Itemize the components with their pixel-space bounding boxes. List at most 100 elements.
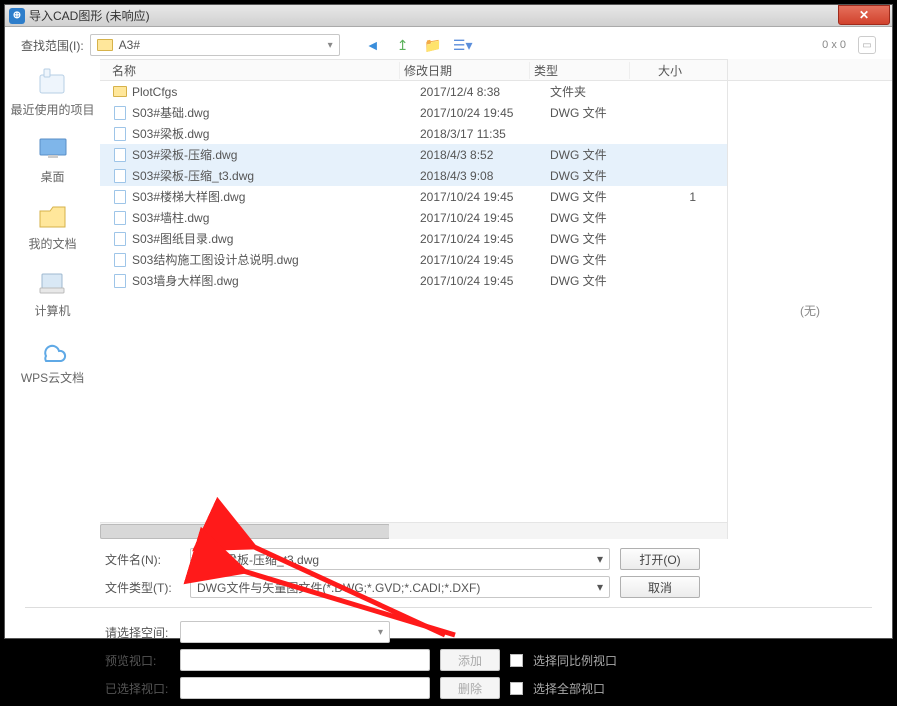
file-list: 名称 修改日期 类型 大小 PlotCfgs2017/12/4 8:38文件夹S… [100,59,727,539]
cloud-icon [33,333,73,367]
sidebar-item-recent[interactable]: 最近使用的项目 [10,65,94,118]
file-type: 文件夹 [550,83,650,100]
file-type: DWG 文件 [550,251,650,268]
horizontal-scrollbar[interactable] [100,522,727,539]
file-date: 2018/3/17 11:35 [420,127,550,141]
computer-icon [33,266,73,300]
back-icon[interactable]: ◄ [364,36,382,54]
viewport-label: 预览视口: [105,652,170,669]
file-type: DWG 文件 [550,230,650,247]
sidebar-item-docs[interactable]: 我的文档 [28,199,76,252]
selview-input[interactable] [180,677,430,699]
filename-combo[interactable]: S03#梁板-压缩_t3.dwg ▾ [190,548,610,570]
preview-pane: (无) [727,59,892,539]
file-type: DWG 文件 [550,167,650,184]
chevron-down-icon: ▾ [597,552,603,566]
viewport-input[interactable] [180,649,430,671]
newfolder-icon[interactable]: 📁 [424,36,442,54]
file-icon [112,190,128,204]
sidebar-item-desktop[interactable]: 桌面 [33,132,73,185]
file-icon [112,169,128,183]
add-button[interactable]: 添加 [440,649,500,671]
file-icon [112,211,128,225]
file-date: 2017/12/4 8:38 [420,85,550,99]
all-checkbox[interactable] [510,682,523,695]
coord-label: 0 x 0 [822,39,846,51]
table-row[interactable]: S03#梁板.dwg2018/3/17 11:35 [100,123,727,144]
lookin-combo[interactable]: A3# ▾ [90,34,340,56]
cancel-button[interactable]: 取消 [620,576,700,598]
file-icon [112,232,128,246]
filetype-combo[interactable]: DWG文件与矢量图文件(*.DWG;*.GVD;*.CADI;*.DXF) ▾ [190,576,610,598]
sidebar-item-label: WPS云文档 [21,369,84,386]
file-type: DWG 文件 [550,209,650,226]
file-date: 2017/10/24 19:45 [420,232,550,246]
col-date[interactable]: 修改日期 [400,62,530,79]
space-label: 请选择空间: [105,624,170,641]
file-name: PlotCfgs [132,85,420,99]
file-name: S03墙身大样图.dwg [132,272,420,289]
up-icon[interactable]: ↥ [394,36,412,54]
sidebar-item-wps[interactable]: WPS云文档 [21,333,84,386]
file-type: DWG 文件 [550,146,650,163]
table-row[interactable]: S03结构施工图设计总说明.dwg2017/10/24 19:45DWG 文件 [100,249,727,270]
recent-icon [32,65,72,99]
all-label: 选择全部视口 [533,680,605,697]
docs-icon [32,199,72,233]
filetype-label: 文件类型(T): [105,579,180,596]
col-type[interactable]: 类型 [530,62,630,79]
viewmenu-icon[interactable]: ☰▾ [454,36,472,54]
file-name: S03#梁板.dwg [132,125,420,142]
file-type: DWG 文件 [550,188,650,205]
file-name: S03#梁板-压缩.dwg [132,146,420,163]
file-date: 2017/10/24 19:45 [420,253,550,267]
file-date: 2018/4/3 8:52 [420,148,550,162]
sidebar-item-computer[interactable]: 计算机 [33,266,73,319]
same-label: 选择同比例视口 [533,652,617,669]
table-row[interactable]: S03#梁板-压缩.dwg2018/4/3 8:52DWG 文件 [100,144,727,165]
file-icon [112,106,128,120]
table-row[interactable]: S03#梁板-压缩_t3.dwg2018/4/3 9:08DWG 文件 [100,165,727,186]
file-icon [112,274,128,288]
table-row[interactable]: S03#基础.dwg2017/10/24 19:45DWG 文件 [100,102,727,123]
space-combo[interactable]: ▾ [180,621,390,643]
folder-icon [97,39,113,51]
file-icon [112,148,128,162]
delete-button[interactable]: 删除 [440,677,500,699]
window-title: 导入CAD图形 (未响应) [29,7,150,24]
file-date: 2017/10/24 19:45 [420,190,550,204]
file-date: 2017/10/24 19:45 [420,211,550,225]
folder-icon [112,85,128,99]
lookin-value: A3# [119,38,140,52]
preview-text: (无) [800,302,820,319]
col-size[interactable]: 大小 [630,62,690,79]
table-row[interactable]: S03#图纸目录.dwg2017/10/24 19:45DWG 文件 [100,228,727,249]
sidebar-item-label: 计算机 [34,302,70,319]
desktop-icon [33,132,73,166]
file-type: DWG 文件 [550,272,650,289]
file-type: DWG 文件 [550,104,650,121]
table-row[interactable]: S03#楼梯大样图.dwg2017/10/24 19:45DWG 文件1 [100,186,727,207]
title-bar: ⊕ 导入CAD图形 (未响应) ✕ [5,5,892,27]
chevron-down-icon: ▾ [378,627,383,638]
file-size: 1 [650,190,702,204]
table-row[interactable]: PlotCfgs2017/12/4 8:38文件夹 [100,81,727,102]
file-name: S03#楼梯大样图.dwg [132,188,420,205]
table-row[interactable]: S03墙身大样图.dwg2017/10/24 19:45DWG 文件 [100,270,727,291]
close-button[interactable]: ✕ [838,5,890,25]
column-headers: 名称 修改日期 类型 大小 [100,59,727,81]
file-icon [112,253,128,267]
maximize-icon[interactable]: ▭ [858,36,876,54]
toolbar: 查找范围(I): A3# ▾ ◄ ↥ 📁 ☰▾ 0 x 0 ▭ [5,27,892,59]
sidebar-item-label: 桌面 [40,168,64,185]
file-icon [112,127,128,141]
chevron-down-icon: ▾ [328,40,333,51]
same-checkbox[interactable] [510,654,523,667]
app-icon: ⊕ [9,8,25,24]
col-name[interactable]: 名称 [100,62,400,79]
file-name: S03#梁板-压缩_t3.dwg [132,167,420,184]
table-row[interactable]: S03#墙柱.dwg2017/10/24 19:45DWG 文件 [100,207,727,228]
filename-value: S03#梁板-压缩_t3.dwg [197,551,319,568]
open-button[interactable]: 打开(O) [620,548,700,570]
file-name: S03#图纸目录.dwg [132,230,420,247]
